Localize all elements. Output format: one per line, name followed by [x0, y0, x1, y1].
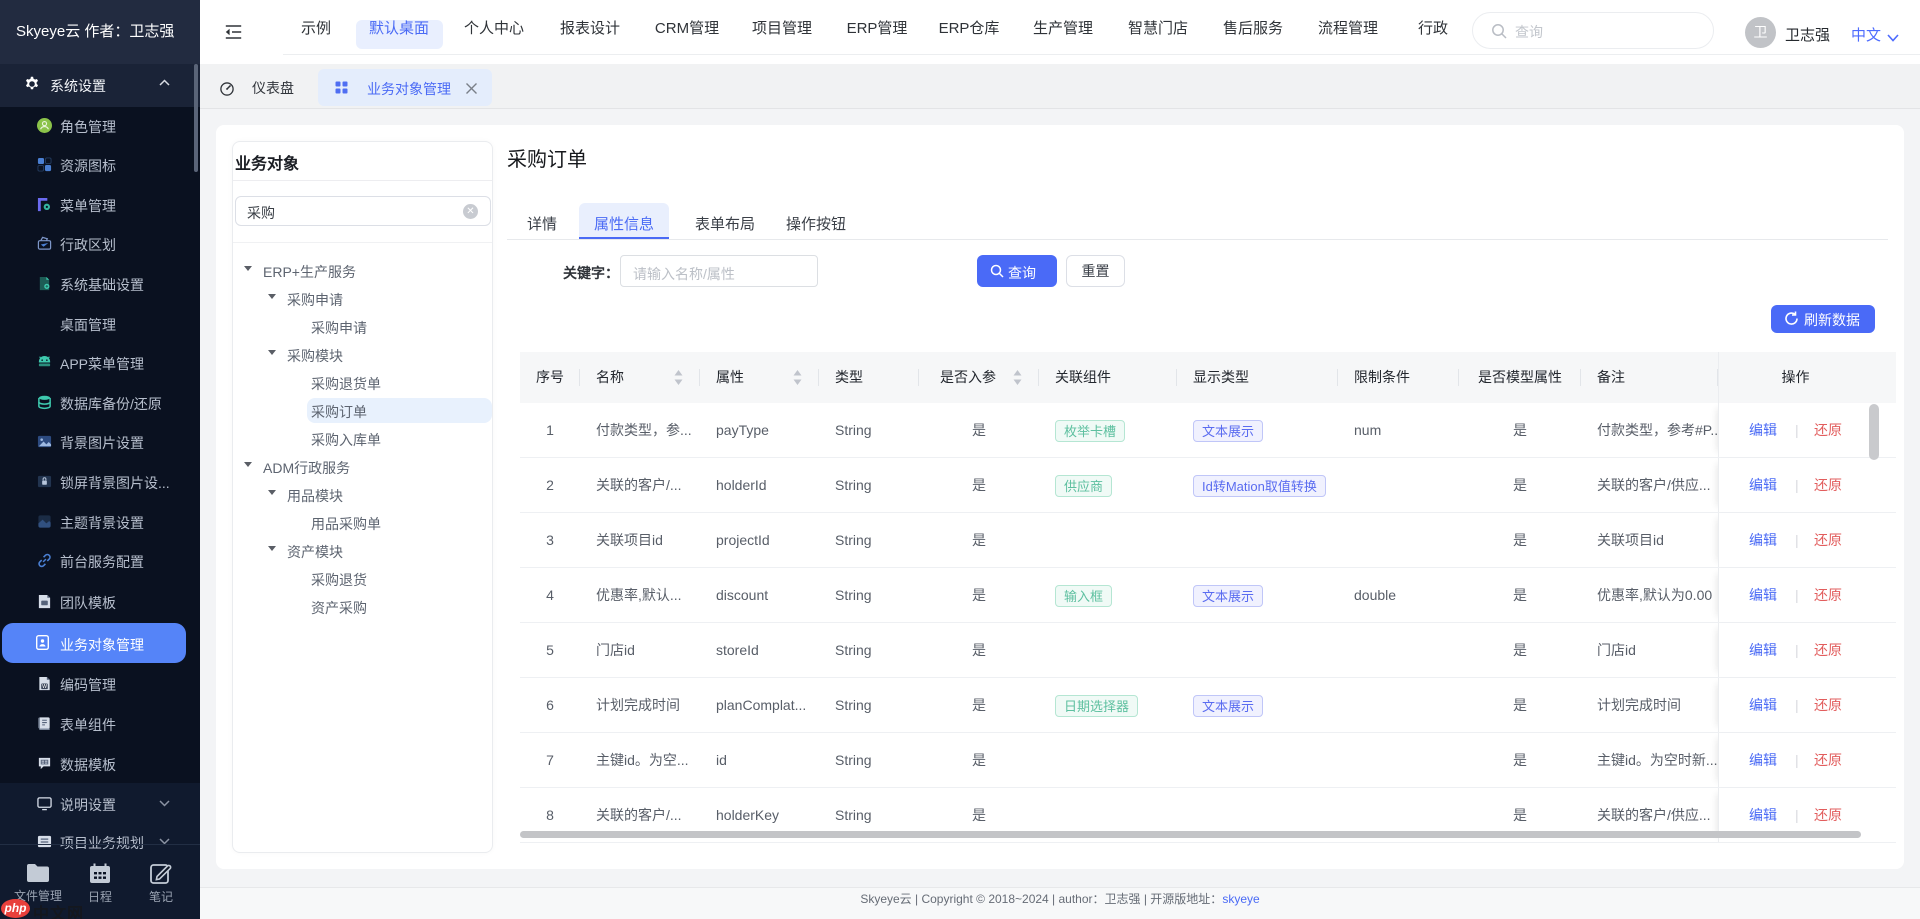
svg-text:W: W	[42, 684, 47, 690]
